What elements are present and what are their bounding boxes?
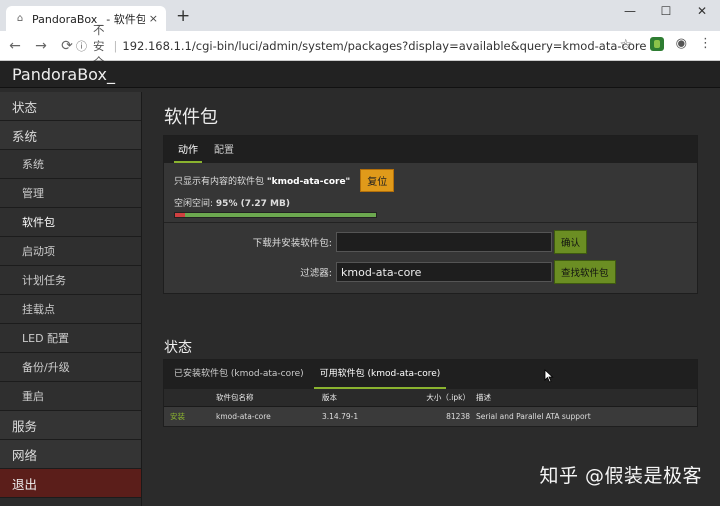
sidebar-item-2[interactable]: 系统	[0, 150, 141, 179]
browser-toolbar: ← → ⟳ ⓘ 不安全 | 192.168.1.1/cgi-bin/luci/a…	[0, 23, 720, 69]
reset-button[interactable]: 复位	[360, 168, 395, 192]
package-desc: Serial and Parallel ATA support	[476, 412, 591, 421]
find-package-button[interactable]: 查找软件包	[554, 260, 616, 284]
confirm-button[interactable]: 确认	[554, 230, 588, 254]
sidebar-item-4[interactable]: 软件包	[0, 208, 141, 237]
forward-arrow-icon[interactable]: →	[30, 38, 52, 54]
tab-actions[interactable]: 动作	[170, 141, 206, 163]
status-tabs: 已安装软件包 (kmod-ata-core) 可用软件包 (kmod-ata-c…	[164, 360, 697, 389]
filter-info-section: 只显示有内容的软件包 "kmod-ata-core" 复位 空闲空间: 95% …	[164, 163, 697, 222]
filter-note: 只显示有内容的软件包 "kmod-ata-core"	[174, 176, 351, 187]
free-space-value: 95% (7.27 MB)	[215, 199, 290, 209]
filter-note-query: "kmod-ata-core"	[266, 176, 351, 187]
sidebar-item-7[interactable]: 挂载点	[0, 295, 141, 324]
info-icon[interactable]: ⓘ	[76, 38, 87, 54]
window-controls: — ☐ ✕	[612, 0, 720, 22]
maximize-icon[interactable]: ☐	[648, 0, 684, 22]
sidebar-item-12[interactable]: 网络	[0, 440, 141, 469]
status-panel: 已安装软件包 (kmod-ata-core) 可用软件包 (kmod-ata-c…	[163, 359, 698, 427]
sidebar: 状态 系统 系统 管理 软件包 启动项 计划任务 挂载点 LED 配置 备份/升级 重启 服务 网络 退出	[0, 92, 142, 506]
main-content: 软件包 动作 配置 只显示有内容的软件包 "kmod-ata-core" 复位 …	[142, 92, 720, 506]
col-desc: 描述	[476, 393, 491, 402]
package-form: 下载并安装软件包: 确认 过滤器: kmod-ata-core 查找软件包	[164, 222, 697, 293]
package-name: kmod-ata-core	[216, 412, 271, 421]
sidebar-item-3[interactable]: 管理	[0, 179, 141, 208]
menu-icon[interactable]: ⋮	[699, 36, 712, 51]
download-label: 下载并安装软件包:	[252, 238, 332, 249]
minimize-icon[interactable]: —	[612, 0, 648, 22]
browser-tab-bar: ⌂ PandoraBox_ - 软件包 - LuCI × + — ☐ ✕	[0, 0, 720, 31]
browser-tab[interactable]: ⌂ PandoraBox_ - 软件包 - LuCI ×	[6, 6, 166, 31]
sidebar-item-6[interactable]: 计划任务	[0, 266, 141, 295]
address-separator: |	[113, 39, 118, 53]
table-header: 软件包名称 版本 大小（.ipk） 描述	[164, 389, 697, 407]
sidebar-item-0[interactable]: 状态	[0, 92, 141, 121]
new-tab-button[interactable]: +	[176, 6, 190, 26]
sidebar-item-11[interactable]: 服务	[0, 411, 141, 440]
action-tabs: 动作 配置	[164, 136, 697, 163]
reload-icon[interactable]: ⟳	[56, 38, 78, 54]
tab-installed[interactable]: 已安装软件包 (kmod-ata-core)	[166, 366, 312, 389]
page-title: 软件包	[164, 107, 218, 128]
tab-available[interactable]: 可用软件包 (kmod-ata-core)	[312, 366, 449, 389]
back-arrow-icon[interactable]: ←	[4, 38, 26, 54]
watermark: 知乎 @假装是极客	[539, 465, 702, 487]
actions-panel: 动作 配置 只显示有内容的软件包 "kmod-ata-core" 复位 空闲空间…	[163, 135, 698, 294]
download-input[interactable]	[336, 232, 552, 252]
sidebar-item-8[interactable]: LED 配置	[0, 324, 141, 353]
sidebar-item-9[interactable]: 备份/升级	[0, 353, 141, 382]
close-tab-icon[interactable]: ×	[149, 12, 158, 25]
table-row: 安装 kmod-ata-core 3.14.79-1 81238 Serial …	[164, 407, 697, 426]
sidebar-item-10[interactable]: 重启	[0, 382, 141, 411]
used-space-fill	[175, 213, 186, 217]
profile-icon[interactable]: ◉	[676, 36, 687, 51]
bookmark-star-icon[interactable]: ☆	[619, 37, 632, 53]
toolbar-right: ◉ ⋮	[649, 36, 712, 51]
url-text[interactable]: 192.168.1.1/cgi-bin/luci/admin/system/pa…	[122, 39, 646, 53]
col-size: 大小（.ipk）	[426, 393, 470, 402]
brand-bar: PandoraBox_	[0, 61, 720, 88]
mouse-cursor-icon	[544, 369, 554, 383]
sidebar-item-5[interactable]: 启动项	[0, 237, 141, 266]
page-favicon-icon: ⌂	[16, 13, 24, 24]
col-name: 软件包名称	[216, 393, 254, 402]
tab-title: PandoraBox_ - 软件包 - LuCI	[32, 12, 145, 26]
free-space-label: 空闲空间: 95% (7.27 MB)	[174, 199, 290, 209]
col-version: 版本	[322, 393, 337, 402]
window-close-icon[interactable]: ✕	[684, 0, 720, 22]
status-title: 状态	[164, 340, 192, 356]
filter-input[interactable]: kmod-ata-core	[336, 262, 552, 282]
install-link[interactable]: 安装	[164, 411, 216, 422]
extension-icon[interactable]	[649, 36, 664, 51]
address-bar[interactable]: ⓘ 不安全 | 192.168.1.1/cgi-bin/luci/admin/s…	[76, 23, 646, 69]
sidebar-item-13[interactable]: 退出	[0, 469, 141, 498]
package-size: 81238	[446, 412, 470, 421]
free-space-bar	[174, 212, 377, 218]
web-page: PandoraBox_ 状态 系统 系统 管理 软件包 启动项 计划任务 挂载点 LED 配置备…	[0, 61, 720, 506]
sidebar-item-1[interactable]: 系统	[0, 121, 141, 150]
filter-label: 过滤器:	[300, 268, 332, 279]
package-version: 3.14.79-1	[322, 412, 359, 421]
brand-logo[interactable]: PandoraBox_	[12, 65, 115, 84]
tab-config[interactable]: 配置	[206, 141, 242, 163]
